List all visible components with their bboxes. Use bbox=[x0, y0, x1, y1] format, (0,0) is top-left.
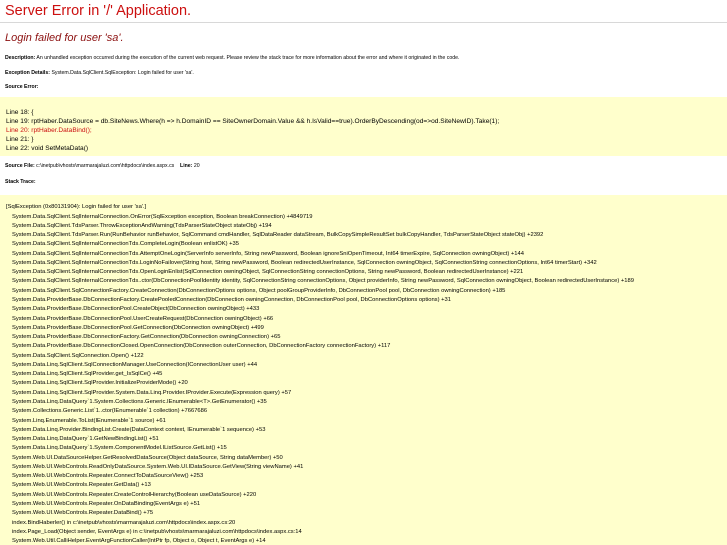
exception-details: Exception Details: System.Data.SqlClient… bbox=[5, 70, 194, 76]
stack-trace-line: System.Data.ProviderBase.DbConnectionFac… bbox=[12, 334, 281, 341]
stack-trace-line: System.Web.UI.WebControls.ReadOnlyDataSo… bbox=[12, 463, 304, 470]
stack-trace-line: System.Data.Linq.DataQuery`1.GetNewBindi… bbox=[12, 436, 159, 443]
stack-trace-line: index.BindHaberler() in c:\inetpub\vhost… bbox=[12, 519, 236, 526]
description-label: Description: bbox=[5, 55, 36, 61]
stack-trace-line: System.Data.SqlClient.SqlInternalConnect… bbox=[12, 250, 524, 257]
source-file-path: c:\inetpub\vhosts\marmarajaluzi.com\http… bbox=[36, 163, 175, 169]
stack-trace-line: System.Data.ProviderBase.DbConnectionClo… bbox=[12, 343, 391, 350]
description-text: An unhandled exception occurred during t… bbox=[36, 55, 460, 61]
stack-trace-line: System.Data.ProviderBase.DbConnectionFac… bbox=[12, 297, 451, 304]
stack-trace-line: System.Data.Linq.SqlClient.SqlProvider.I… bbox=[12, 380, 188, 387]
stack-trace-line: System.Web.UI.WebControls.Repeater.OnDat… bbox=[12, 500, 201, 507]
stack-trace-line: System.Data.SqlClient.SqlInternalConnect… bbox=[12, 241, 240, 248]
source-line-number: 20 bbox=[193, 163, 200, 169]
stack-trace-line: System.Linq.Enumerable.ToList(IEnumerabl… bbox=[12, 417, 166, 424]
stack-trace-line: System.Data.SqlClient.SqlInternalConnect… bbox=[12, 278, 634, 285]
source-line: Line 18: { bbox=[6, 109, 34, 116]
stack-trace-line: System.Data.SqlClient.TdsParser.Run(RunB… bbox=[12, 232, 544, 239]
stack-trace-line: System.Data.Linq.SqlClient.SqlConnection… bbox=[12, 361, 258, 368]
source-code-box: Line 18: { Line 19: rptHaber.DataSource … bbox=[0, 97, 727, 156]
stack-trace-header: [SqlException (0x80131904): Login failed… bbox=[6, 204, 147, 210]
stack-trace-line: System.Data.Linq.Provider.BindingList.Cr… bbox=[12, 426, 266, 433]
stack-trace-line: System.Web.UI.WebControls.Repeater.Creat… bbox=[12, 491, 257, 498]
stack-trace-line: System.Data.SqlClient.TdsParser.ThrowExc… bbox=[12, 222, 272, 229]
stack-trace-heading: Stack Trace: bbox=[5, 179, 36, 185]
source-file: Source File: c:\inetpub\vhosts\marmaraja… bbox=[5, 163, 200, 169]
exception-details-label: Exception Details: bbox=[5, 70, 50, 76]
source-line-label: Line: bbox=[180, 163, 193, 169]
source-file-label: Source File: bbox=[5, 163, 35, 169]
stack-trace-line: System.Web.Util.CalliHelper.EventArgFunc… bbox=[12, 538, 266, 545]
stack-trace-line: System.Data.SqlClient.SqlConnectionFacto… bbox=[12, 287, 506, 294]
stack-trace-line: System.Web.UI.DataSourceHelper.GetResolv… bbox=[12, 454, 283, 461]
source-error-heading: Source Error: bbox=[5, 84, 39, 90]
source-line: Line 19: rptHaber.DataSource = db.SiteNe… bbox=[6, 118, 500, 125]
stack-trace-line: System.Data.SqlClient.SqlInternalConnect… bbox=[12, 269, 524, 276]
stack-trace-line: System.Web.UI.WebControls.Repeater.GetDa… bbox=[12, 482, 151, 489]
stack-trace-line: System.Data.Linq.SqlClient.SqlProvider.g… bbox=[12, 371, 163, 378]
source-line-error: Line 20: rptHaber.DataBind(); bbox=[6, 127, 92, 134]
stack-trace-line: System.Web.UI.WebControls.Repeater.Conne… bbox=[12, 473, 204, 480]
stack-trace-line: System.Data.Linq.SqlClient.SqlProvider.S… bbox=[12, 389, 292, 396]
stack-trace-line: System.Data.Linq.DataQuery`1.System.Comp… bbox=[12, 445, 227, 452]
page-title: Server Error in '/' Application. bbox=[5, 3, 192, 19]
error-subtitle: Login failed for user 'sa'. bbox=[5, 32, 124, 44]
stack-trace-line: System.Data.SqlClient.SqlConnection.Open… bbox=[12, 352, 144, 359]
stack-trace-line: System.Data.SqlClient.SqlInternalConnect… bbox=[12, 213, 313, 220]
stack-trace-line: System.Data.ProviderBase.DbConnectionPoo… bbox=[12, 324, 264, 331]
stack-trace-line: System.Web.UI.WebControls.Repeater.DataB… bbox=[12, 510, 154, 517]
description: Description: An unhandled exception occu… bbox=[5, 55, 459, 61]
stack-trace-line: System.Data.ProviderBase.DbConnectionPoo… bbox=[12, 306, 260, 313]
stack-trace-box: [SqlException (0x80131904): Login failed… bbox=[0, 195, 727, 545]
exception-details-text: System.Data.SqlClient.SqlException: Logi… bbox=[51, 70, 194, 76]
stack-trace-line: index.Page_Load(Object sender, EventArgs… bbox=[12, 528, 302, 535]
stack-trace-line: System.Data.ProviderBase.DbConnectionPoo… bbox=[12, 315, 274, 322]
stack-trace-line: System.Data.Linq.DataQuery`1.System.Coll… bbox=[12, 399, 267, 405]
title-divider bbox=[0, 22, 727, 23]
source-line: Line 21: } bbox=[6, 136, 34, 143]
stack-trace-line: System.Data.SqlClient.SqlInternalConnect… bbox=[12, 259, 597, 266]
source-line: Line 22: void SetMetaData() bbox=[6, 145, 89, 152]
stack-trace-line: System.Collections.Generic.List`1..ctor(… bbox=[12, 408, 208, 415]
